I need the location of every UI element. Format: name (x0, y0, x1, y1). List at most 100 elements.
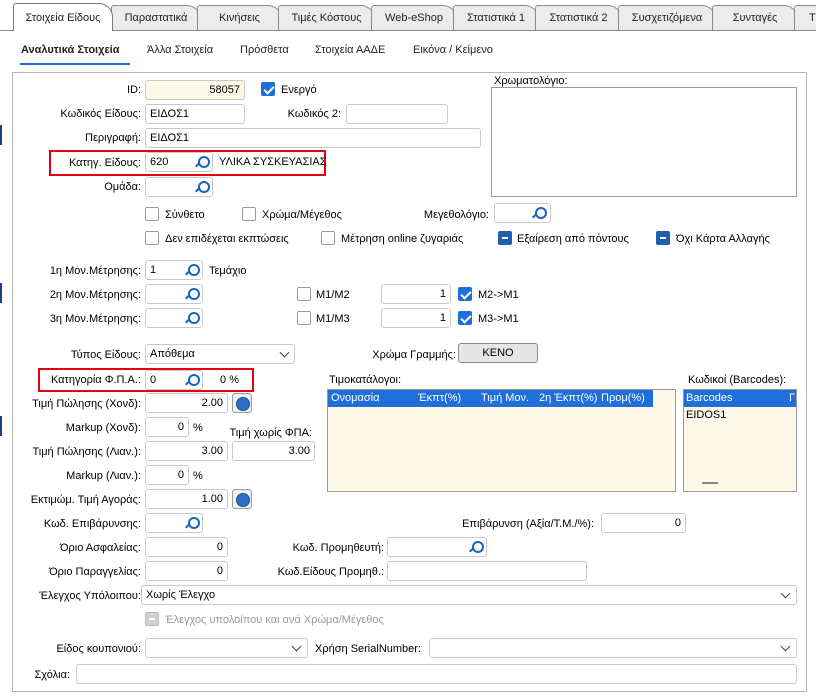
no-change-card-checkbox[interactable] (656, 231, 670, 245)
m2m1-checkbox[interactable] (458, 287, 472, 301)
points-exclusion-checkbox[interactable] (498, 231, 512, 245)
safety-limit-label: Όριο Ασφαλείας: (60, 542, 141, 554)
composite-checkbox[interactable] (145, 207, 159, 221)
size-scale-label: Μεγεθολόγιο: (423, 209, 489, 221)
tab-related[interactable]: Συσχετιζόμενα (618, 5, 716, 30)
color-size-label: Χρώμα/Μέγεθος (262, 209, 342, 221)
price-no-vat-label: Τιμή χωρίς ΦΠΑ: (229, 427, 312, 439)
barcodes-grid[interactable]: Barcodes Γ EIDOS1 (683, 389, 797, 492)
search-icon[interactable] (184, 311, 200, 325)
tab-documents[interactable]: Παραστατικά (111, 5, 201, 30)
tab-cost-prices[interactable]: Τιμές Κόστους (278, 5, 375, 30)
grid-handle[interactable] (702, 482, 718, 484)
m3m1-checkbox[interactable] (458, 311, 472, 325)
search-icon[interactable] (184, 287, 200, 301)
subtab-active-indicator (20, 63, 130, 65)
subtab-detailed[interactable]: Αναλυτικά Στοιχεία (21, 44, 119, 56)
search-icon[interactable] (184, 263, 200, 277)
calculator-icon[interactable] (232, 489, 252, 509)
comments-label: Σχόλια: (34, 669, 70, 681)
m2m1-label: Μ2->Μ1 (478, 289, 519, 301)
charge-input[interactable]: 0 (601, 513, 686, 533)
description-label: Περιγραφή: (85, 132, 141, 144)
active-checkbox[interactable] (261, 82, 275, 96)
search-icon[interactable] (531, 206, 547, 220)
subtab-other[interactable]: Άλλα Στοιχεία (147, 44, 213, 56)
m1m3-input[interactable]: 1 (381, 308, 451, 328)
category-label: Κατηγ. Είδους: (68, 157, 141, 169)
coupon-type-label: Είδος κουπονιού: (56, 643, 141, 655)
uom2-label: 2η Μον.Μέτρησης: (49, 289, 141, 301)
window-edge-mark (0, 416, 2, 436)
col-unit-price: Τιμή Μον. (481, 392, 530, 404)
group-label: Ομάδα: (104, 181, 141, 193)
balance-check-select[interactable]: Χωρίς Έλεγχο (141, 585, 797, 605)
price-wholesale-input[interactable]: 2.00 (145, 393, 228, 413)
search-icon[interactable] (184, 516, 200, 530)
comments-input[interactable] (76, 664, 797, 684)
barcode-row[interactable]: EIDOS1 (686, 409, 726, 421)
supplier-item-input[interactable] (387, 561, 587, 581)
charge-label: Επιβάρυνση (Αξία/Τ.Μ./%): (462, 518, 594, 530)
coupon-type-select[interactable] (145, 638, 308, 658)
serial-select[interactable] (429, 638, 797, 658)
tab-overflow[interactable]: Τ (794, 5, 816, 30)
subtab-additional[interactable]: Πρόσθετα (240, 44, 289, 56)
m1m2-label: Μ1/Μ2 (316, 289, 350, 301)
est-purchase-label: Εκτιμώμ. Τιμή Αγοράς: (30, 494, 141, 506)
m1m2-checkbox[interactable] (297, 287, 311, 301)
code2-label: Κωδικός 2: (287, 108, 341, 120)
markup-wholesale-input[interactable]: 0 (145, 417, 189, 437)
markup-wholesale-label: Markup (Χονδ): (65, 422, 141, 434)
search-icon[interactable] (468, 540, 484, 554)
tab-statistics-2[interactable]: Στατιστικά 2 (535, 5, 622, 30)
m1m2-input[interactable]: 1 (381, 284, 451, 304)
balance-by-color-checkbox (145, 612, 159, 626)
code-input[interactable]: ΕΙΔΟΣ1 (145, 104, 245, 124)
supplier-code-label: Κωδ. Προμηθευτή: (292, 542, 384, 554)
vat-category-label: Κατηγορία Φ.Π.Α.: (50, 374, 141, 386)
m1m3-checkbox[interactable] (297, 311, 311, 325)
markup-retail-label: Markup (Λιαν.): (66, 470, 141, 482)
search-icon[interactable] (194, 155, 210, 169)
color-palette-box[interactable] (491, 87, 797, 197)
col-discount2: 2η Έκπτ(%) (539, 392, 598, 404)
tab-statistics-1[interactable]: Στατιστικά 1 (453, 5, 539, 30)
price-wholesale-label: Τιμή Πώλησης (Χονδ): (32, 398, 141, 410)
tab-web-eshop[interactable]: Web-eShop (371, 5, 457, 30)
order-limit-input[interactable]: 0 (145, 561, 228, 581)
calculator-icon[interactable] (232, 393, 252, 413)
color-palette-label: Χρωματολόγιο: (494, 75, 568, 87)
price-retail-input[interactable]: 3.00 (145, 441, 228, 461)
tab-recipes[interactable]: Συνταγές (712, 5, 798, 30)
online-scale-label: Μέτρηση online ζυγαριάς (341, 233, 464, 245)
code-label: Κωδικός Είδους: (60, 108, 141, 120)
online-scale-checkbox[interactable] (321, 231, 335, 245)
item-type-select[interactable]: Απόθεμα (145, 344, 295, 364)
color-size-checkbox[interactable] (242, 207, 256, 221)
charge-code-label: Κωδ. Επιβάρυνσης: (43, 518, 141, 530)
safety-limit-input[interactable]: 0 (145, 537, 228, 557)
code2-input[interactable] (346, 104, 448, 124)
subtab-image-text[interactable]: Εικόνα / Κείμενο (413, 44, 493, 56)
points-exclusion-label: Εξαίρεση από πόντους (517, 233, 629, 245)
item-type-label: Τύπος Είδους: (70, 349, 141, 361)
est-purchase-input[interactable]: 1.00 (145, 489, 228, 509)
tab-item-details[interactable]: Στοιχεία Είδους (13, 3, 113, 31)
col-barcodes: Barcodes (686, 392, 733, 404)
vat-percent: 0 % (204, 370, 244, 390)
price-no-vat-input[interactable]: 3.00 (232, 441, 315, 461)
price-lists-grid[interactable]: Ονομασία Έκπτ(%) Τιμή Μον. 2η Έκπτ(%) Πρ… (327, 389, 676, 492)
tab-movements[interactable]: Κινήσεις (197, 5, 282, 30)
col-discount: Έκπτ(%) (418, 392, 462, 404)
markup-retail-input[interactable]: 0 (145, 465, 189, 485)
no-discount-label: Δεν επιδέχεται εκπτώσεις (165, 233, 289, 245)
subtab-aade[interactable]: Στοιχεία ΑΑΔΕ (315, 44, 385, 56)
line-color-field[interactable]: ΚΕΝΟ (458, 343, 538, 363)
no-discount-checkbox[interactable] (145, 231, 159, 245)
description-input[interactable]: ΕΙΔΟΣ1 (145, 128, 481, 148)
search-icon[interactable] (194, 180, 210, 194)
percent-sign: % (193, 422, 203, 434)
uom3-label: 3η Μον.Μέτρησης: (49, 313, 141, 325)
search-icon[interactable] (184, 373, 200, 387)
